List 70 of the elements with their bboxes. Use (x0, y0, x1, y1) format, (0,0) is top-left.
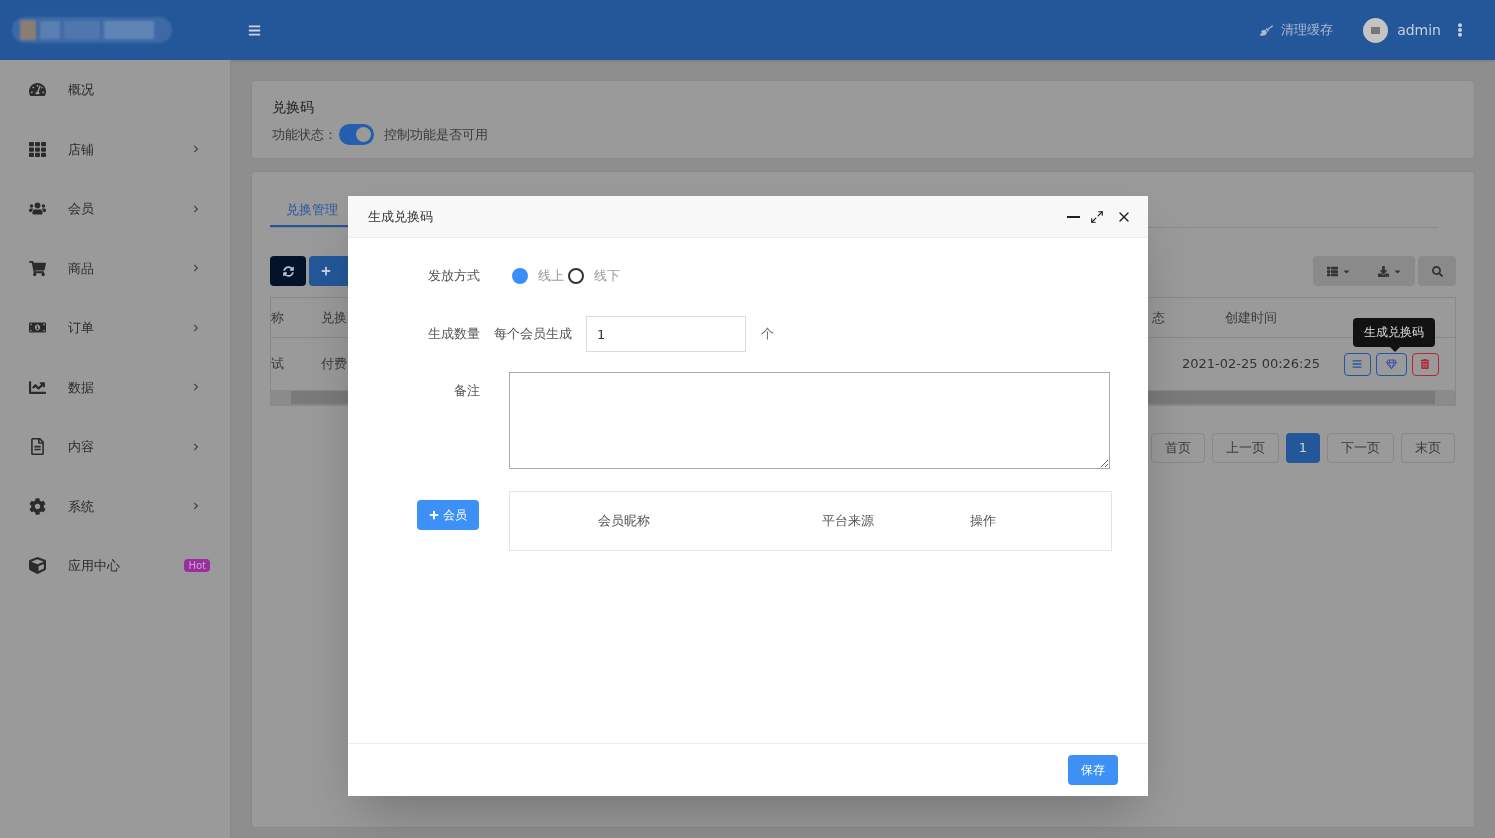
columns-button[interactable] (1313, 256, 1365, 286)
radio-option[interactable]: 线上 (512, 266, 568, 286)
trash-icon (1420, 359, 1430, 369)
sidebar-item[interactable]: 应用中心 Hot (0, 536, 230, 596)
avatar-icon (1363, 17, 1389, 43)
card-title: 兑换码 (272, 98, 315, 117)
sidebar-item[interactable]: 会员 (0, 179, 230, 239)
search-button[interactable] (1418, 256, 1456, 286)
unit-label: 个 (761, 325, 774, 344)
export-button[interactable] (1365, 256, 1415, 286)
sidebar-item[interactable]: 概况 (0, 60, 230, 120)
menu-icon (1352, 359, 1362, 369)
menu-button[interactable] (248, 23, 261, 37)
dashboard-icon (29, 81, 49, 99)
clear-cache-button[interactable]: 清理缓存 (1260, 20, 1334, 40)
column-header: 会员昵称 (598, 512, 650, 531)
download-icon (1378, 265, 1389, 277)
column-header: 兑换 (321, 308, 347, 327)
plus-icon (429, 510, 439, 520)
table-cell-text: 付费 (321, 355, 347, 374)
refresh-button[interactable] (270, 256, 306, 286)
column-header: 操作 (969, 512, 996, 531)
delete-button[interactable] (1411, 352, 1439, 376)
field-label: 备注 (453, 382, 480, 400)
maximize-button[interactable] (1090, 209, 1104, 224)
quantity-input[interactable]: 1 (586, 316, 746, 352)
sidebar-item[interactable]: 系统 (0, 476, 230, 536)
tooltip: 生成兑换码 (1353, 317, 1435, 347)
save-button[interactable]: 保存 (1068, 755, 1118, 785)
cart-icon (29, 259, 49, 277)
minimize-icon (1067, 215, 1080, 218)
quantity-prefix: 每个会员生成 (494, 325, 572, 344)
sidebar-item[interactable]: 订单 (0, 298, 230, 358)
table-cell-text: 试 (271, 355, 284, 374)
sidebar-item[interactable]: 店铺 (0, 119, 230, 179)
column-header: 创建时间 (1225, 308, 1277, 327)
plus-icon (321, 266, 331, 276)
hot-badge: Hot (184, 559, 210, 573)
note-textarea[interactable] (509, 372, 1110, 469)
grid-icon (29, 140, 49, 158)
field-label: 生成数量 (427, 325, 480, 344)
diamond-icon (1385, 358, 1397, 370)
table-cell-text: 2021-02-25 00:26:25 (1181, 355, 1321, 374)
page-button[interactable]: 1 (1285, 433, 1320, 463)
modal-title: 生成兑换码 (368, 207, 433, 226)
sidebar-item[interactable]: 商品 (0, 238, 230, 298)
refresh-icon (282, 265, 294, 277)
list-button[interactable] (1343, 352, 1371, 376)
page-button[interactable]: 末页 (1401, 433, 1455, 463)
logo-icon (12, 17, 172, 43)
page-button[interactable]: 首页 (1150, 433, 1205, 463)
toggle-hint: 控制功能是否可用 (384, 125, 488, 144)
column-header: 称 (271, 308, 284, 327)
search-icon (1431, 265, 1443, 277)
cube-icon (29, 557, 49, 575)
user-menu[interactable]: admin (1397, 19, 1441, 41)
radio-option[interactable]: 线下 (568, 266, 620, 286)
column-header: 态 (1151, 308, 1165, 327)
line-chart-icon (29, 378, 49, 396)
tooltip-arrow (1390, 346, 1400, 352)
sidebar-item[interactable]: 数据 (0, 357, 230, 417)
column-header: 平台来源 (822, 512, 874, 531)
field-label: 发放方式 (427, 267, 480, 286)
gem-button[interactable] (1375, 352, 1407, 376)
feature-toggle[interactable] (339, 124, 374, 145)
status-label: 功能状态： (272, 125, 337, 144)
list-icon (1327, 265, 1338, 277)
add-member-button[interactable]: 会员 (417, 500, 479, 530)
sidebar-item[interactable]: 内容 (0, 417, 230, 477)
broom-icon (1260, 23, 1274, 37)
